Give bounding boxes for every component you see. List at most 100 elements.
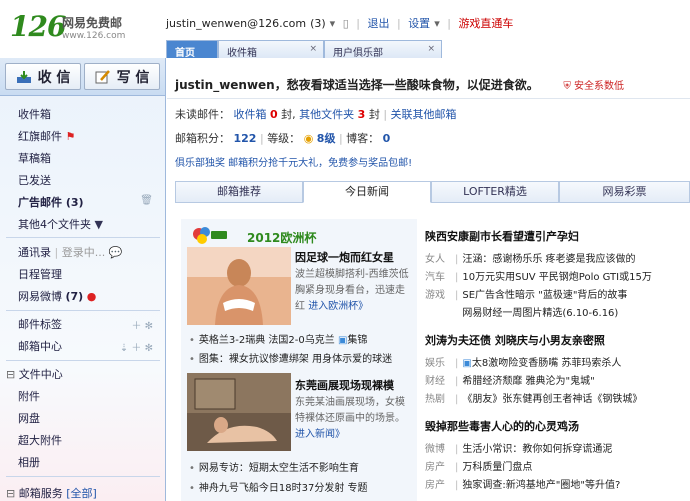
other-folders-link[interactable]: 其他文件夹 [299,108,354,121]
points-value[interactable]: 122 [234,132,257,145]
sidebar-item-weibo[interactable]: 网易微博 (7) ● [18,288,96,304]
separator: | [455,480,459,491]
news-category[interactable]: 微博 [425,440,451,455]
write-label: 写 信 [116,69,150,86]
euro-link[interactable]: 进入欧洲杯》 [308,301,368,312]
blog-count[interactable]: 0 [383,132,391,145]
sidebar-item-large-attachments[interactable]: 超大附件 [18,432,62,448]
sidebar-item-calendar[interactable]: 日程管理 [18,266,62,282]
phone-icon[interactable]: ▯ [343,17,349,30]
separator: | [455,254,459,265]
account-name[interactable]: justin_wenwen@126.com [166,17,306,30]
news-category[interactable]: 女人 [425,250,451,265]
news-row[interactable]: 娱乐 | ▣太8激吻险变香肠嘴 苏菲玛索杀人 [425,354,621,369]
news-bullet[interactable]: 神舟九号飞船今日18时37分发射 专题 [189,479,368,494]
collapse-icon[interactable]: ⊟ [6,487,15,500]
tab-user-club[interactable]: 用户俱乐部 × [324,40,442,59]
news-category[interactable]: 房产 [425,458,451,473]
sidebar-item-inbox[interactable]: 收件箱 [18,106,51,122]
news-bullet[interactable]: 英格兰3-2瑞典 法国2-0乌克兰 ▣集锦 [189,331,368,346]
news-text: 独家调查:新鸿基地产"圈地"等升值? [462,480,621,491]
news-photo[interactable] [187,247,291,325]
tab-today-news[interactable]: 今日新闻 [303,181,431,203]
unread-line: 未读邮件： 收件箱 0 封, 其他文件夹 3 封 | 关联其他邮箱 [175,108,457,121]
close-icon[interactable]: × [309,44,317,54]
story-title[interactable]: 因足球一炮而红女星 [295,249,394,265]
news-row[interactable]: 汽车 | 10万元实用SUV 平民钢炮Polo GTI或15万 [425,268,652,283]
euro-2012-logo [193,227,227,244]
associate-mail-link[interactable]: 关联其他邮箱 [391,108,457,121]
game-link[interactable]: 游戏直通车 [458,17,513,30]
tab-inbox[interactable]: 收件箱 × [218,40,324,59]
points-label: 邮箱积分： [175,132,230,145]
headline[interactable]: 陕西安康副市长看望遭引产孕妇 [425,228,579,244]
news-row[interactable]: 热剧 | 《朋友》张东健再创王者神话《钢铁城》 [425,390,642,405]
news-link[interactable]: 进入新闻》 [295,429,345,440]
separator: | [455,376,459,387]
news-row[interactable]: 房产 | 万科质量门盘点 [425,458,532,473]
news-bullet[interactable]: 图集：裸女抗议惨遭绑架 用身体示爱的球迷 [189,350,392,365]
receive-icon [16,70,31,83]
account-count[interactable]: (3) [310,17,326,30]
headline[interactable]: 刘涛为夫还债 刘晓庆与小男友亲密照 [425,332,605,348]
safety-warning[interactable]: ⛨ 安全系数低 [563,77,624,92]
sidebar-item-album[interactable]: 相册 [18,454,40,470]
login-status: 登录中... [61,246,106,259]
all-services-link[interactable]: [全部] [66,487,97,500]
trash-icon[interactable]: 🗑 [140,195,153,206]
chevron-down-icon[interactable]: ▾ [330,17,336,30]
sidebar-item-netdisk[interactable]: 网盘 [18,410,40,426]
promo-link[interactable]: 俱乐部独奖 邮箱积分抢千元大礼，免费参与奖品包邮! [175,154,412,169]
sidebar-item-file-center[interactable]: ⊟ 文件中心 [6,366,63,382]
sidebar-item-drafts[interactable]: 草稿箱 [18,150,51,166]
tab-mail-recommend[interactable]: 邮箱推荐 [175,181,303,203]
sidebar-item-mail-services[interactable]: ⊟ 邮箱服务 [全部] [6,485,97,501]
news-category[interactable]: 热剧 [425,390,451,405]
logo-126[interactable]: 126 [10,10,66,43]
settings-link[interactable]: 设置 [408,17,430,30]
story-title[interactable]: 东莞画展现场现裸模 [295,377,394,393]
sidebar-item-flagged[interactable]: 红旗邮件 ⚑ [18,128,75,144]
tab-lottery[interactable]: 网易彩票 [559,181,690,203]
news-category[interactable]: 汽车 [425,268,451,283]
news-bullet[interactable]: 网易专访：短期太空生活不影响生育 [189,459,359,474]
collapse-icon[interactable]: ⊟ [6,368,15,381]
tab-home[interactable]: 首页 [166,40,218,59]
headline[interactable]: 毁掉那些毒害人心的的心灵鸡汤 [425,418,579,434]
other-unread-count[interactable]: 3 [358,108,366,121]
news-row[interactable]: 微博 | 生活小常识：教你如何拆穿谎通泥 [425,440,612,455]
sidebar-item-tags[interactable]: 邮件标签 [18,316,62,332]
blog-label: 博客： [346,132,380,145]
download-gear-icons[interactable]: ⇣ ＋ ✻ [120,339,153,354]
sidebar-item-ads[interactable]: 广告邮件 (3) [18,194,84,210]
separator: | [455,394,459,405]
euro-title[interactable]: 2012欧洲杯 [247,229,316,246]
news-category[interactable]: 财经 [425,372,451,387]
news-row[interactable]: 房产 | 独家调查:新鸿基地产"圈地"等升值? [425,476,620,491]
news-text: 《朋友》张东健再创王者神话《钢铁城》 [462,394,643,405]
level-value[interactable]: 8级 [317,132,336,145]
news-category[interactable]: 娱乐 [425,354,451,369]
chevron-down-icon[interactable]: ▾ [434,17,440,30]
sidebar-item-sent[interactable]: 已发送 [18,172,51,188]
tab-lofter[interactable]: LOFTER精选 [431,181,559,203]
news-left-panel: 2012欧洲杯 因足球一炮而红女星 波兰超模脚搭利-西维茨低胸紧身现身看台，迅速… [181,219,417,501]
close-icon[interactable]: × [427,44,435,54]
receive-button[interactable]: 收 信 [5,63,81,90]
news-category[interactable]: 游戏 [425,286,451,301]
inbox-unread-count[interactable]: 0 [270,108,278,121]
news-row[interactable]: 女人 | 汪涵：感谢杨乐乐 疼老婆是我应该做的 [425,250,636,265]
unread-inbox-link[interactable]: 收件箱 [234,108,267,121]
sidebar-item-other-folders[interactable]: 其他4个文件夹 ▼ [18,216,103,232]
news-row[interactable]: 游戏 | SE广告含性暗示 "蓝极速"背后的故事 [425,286,627,301]
news-row[interactable]: |网易财经一周图片精选(6.10-6.16) [425,304,618,319]
sidebar-item-contacts[interactable]: 通讯录 | 登录中... 💬 [18,244,122,260]
add-gear-icons[interactable]: ＋ ✻ [131,317,153,332]
sidebar-item-mail-center[interactable]: 邮箱中心 [18,338,62,354]
news-photo[interactable] [187,373,291,451]
news-row[interactable]: 财经 | 希腊经济颓靡 雅典沦为"鬼城" [425,372,595,387]
logout-link[interactable]: 退出 [367,17,389,30]
news-category[interactable]: 房产 [425,476,451,491]
write-button[interactable]: 写 信 [84,63,160,90]
sidebar-item-attachments[interactable]: 附件 [18,388,40,404]
